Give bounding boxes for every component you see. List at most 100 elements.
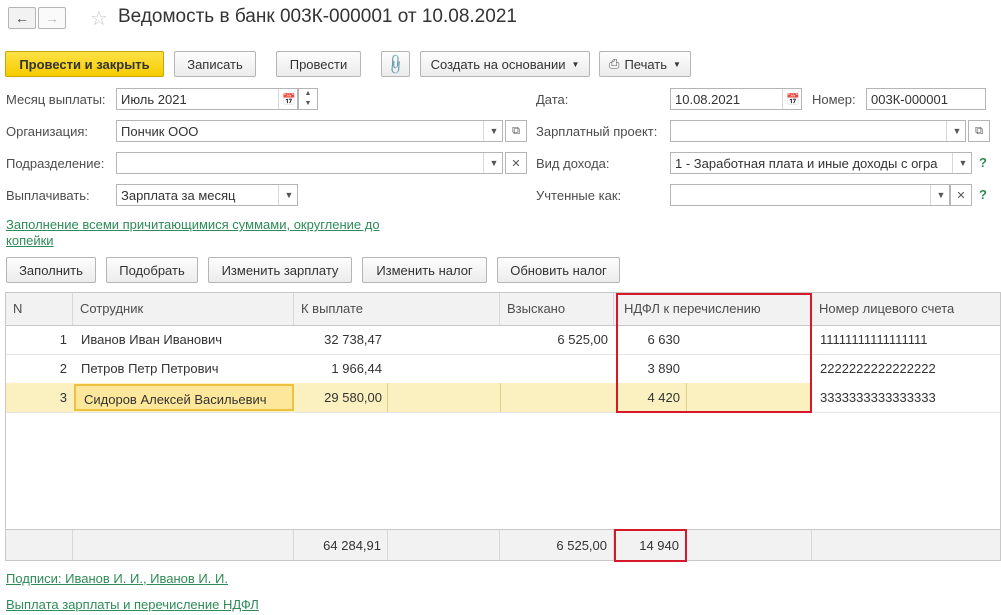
pay-amount[interactable]: 29 580,00 — [294, 383, 388, 412]
number-value: 003К-000001 — [871, 92, 948, 107]
printer-icon: ⎙ — [609, 56, 620, 71]
help-icon[interactable]: ? — [979, 187, 987, 202]
salary-project-label: Зарплатный проект: — [536, 124, 658, 139]
footer-employee — [73, 530, 294, 560]
attach-button[interactable]: 📎 — [381, 51, 410, 77]
col-employee[interactable]: Сотрудник — [73, 293, 294, 325]
total-recovered: 6 525,00 — [500, 530, 614, 560]
footer-spacer — [686, 530, 812, 560]
print-label: Печать — [624, 56, 668, 72]
open-icon: ⧉ — [512, 124, 520, 137]
cell-divider — [387, 383, 388, 412]
department-field[interactable]: ▼ — [116, 152, 503, 174]
footer-n — [6, 530, 73, 560]
dropdown-arrow-icon[interactable]: ▼ — [952, 153, 973, 173]
table-row[interactable]: 2 Петров Петр Петрович 1 966,44 3 890 22… — [6, 354, 1000, 384]
organization-label: Организация: — [6, 124, 89, 139]
fill-button[interactable]: Заполнить — [6, 257, 96, 283]
number-field[interactable]: 003К-000001 — [866, 88, 986, 110]
payment-link[interactable]: Выплата зарплаты и перечисление НДФЛ — [6, 597, 259, 612]
department-label: Подразделение: — [6, 156, 105, 171]
table-footer: 64 284,91 6 525,00 14 940 — [6, 529, 1000, 560]
account-number[interactable]: 11111111111111111 — [812, 325, 1000, 354]
post-button[interactable]: Провести — [276, 51, 361, 77]
fill-mode-link[interactable]: Заполнение всеми причитающимися суммами,… — [6, 217, 380, 249]
pay-amount[interactable]: 32 738,47 — [294, 325, 388, 354]
employees-table[interactable]: N Сотрудник К выплате Взыскано НДФЛ к пе… — [5, 292, 1001, 561]
col-pay[interactable]: К выплате — [294, 293, 500, 325]
employee-name[interactable]: Сидоров Алексей Васильевич — [74, 384, 294, 411]
organization-value: Пончик ООО — [121, 124, 199, 139]
account-number[interactable]: 2222222222222222 — [812, 354, 1000, 383]
row-number: 3 — [59, 390, 67, 405]
col-recovered[interactable]: Взыскано — [500, 293, 614, 325]
pay-label: Выплачивать: — [6, 188, 90, 203]
open-organization-button[interactable]: ⧉ — [505, 120, 527, 142]
number-label: Номер: — [812, 92, 856, 107]
row-number: 2 — [59, 361, 67, 376]
income-type-value: 1 - Заработная плата и иные доходы с огр… — [675, 156, 938, 171]
recovered-amount[interactable] — [500, 354, 614, 383]
ndfl-column-highlight — [616, 293, 812, 413]
update-tax-button[interactable]: Обновить налог — [497, 257, 620, 283]
fill-mode-link-line2: копейки — [6, 233, 54, 248]
create-based-on-label: Создать на основании — [430, 56, 566, 72]
change-tax-button[interactable]: Изменить налог — [362, 257, 487, 283]
counted-as-field[interactable]: ▼ — [670, 184, 950, 206]
help-icon[interactable]: ? — [979, 155, 987, 170]
income-type-field[interactable]: 1 - Заработная плата и иные доходы с огр… — [670, 152, 972, 174]
forward-button[interactable]: → — [38, 7, 66, 29]
employee-name[interactable]: Иванов Иван Иванович — [73, 325, 294, 354]
star-icon[interactable]: ☆ — [90, 6, 108, 31]
date-field[interactable]: 10.08.2021 📅 — [670, 88, 802, 110]
salary-project-field[interactable]: ▼ — [670, 120, 966, 142]
date-value: 10.08.2021 — [675, 92, 741, 107]
signatures-link[interactable]: Подписи: Иванов И. И., Иванов И. И. — [6, 571, 228, 586]
month-field[interactable]: Июль 2021 📅 — [116, 88, 298, 110]
dropdown-arrow-icon: ▼ — [673, 59, 681, 69]
clear-counted-as-button[interactable]: ✕ — [950, 184, 972, 206]
footer-spacer — [388, 530, 500, 560]
dropdown-arrow-icon[interactable]: ▼ — [483, 121, 504, 141]
save-button[interactable]: Записать — [174, 51, 256, 77]
organization-field[interactable]: Пончик ООО ▼ — [116, 120, 503, 142]
table-header: N Сотрудник К выплате Взыскано НДФЛ к пе… — [6, 293, 1000, 326]
page-title: Ведомость в банк 003К-000001 от 10.08.20… — [118, 6, 517, 27]
pay-field[interactable]: Зарплата за месяц ▼ — [116, 184, 298, 206]
dropdown-arrow-icon[interactable]: ▼ — [278, 185, 299, 205]
open-icon: ⧉ — [975, 124, 983, 137]
row-number: 1 — [59, 332, 67, 347]
pay-amount[interactable]: 1 966,44 — [294, 354, 388, 383]
dropdown-arrow-icon[interactable]: ▼ — [946, 121, 967, 141]
close-icon: ✕ — [956, 189, 966, 202]
print-button[interactable]: ⎙ Печать ▼ — [599, 51, 691, 77]
ndfl-total-highlight — [614, 529, 687, 562]
recovered-amount[interactable]: 6 525,00 — [500, 325, 614, 354]
create-based-on-button[interactable]: Создать на основании ▼ — [420, 51, 590, 77]
pay-value: Зарплата за месяц — [121, 188, 236, 203]
employee-name[interactable]: Петров Петр Петрович — [73, 354, 294, 383]
account-number[interactable]: 3333333333333333 — [812, 383, 1000, 412]
dropdown-arrow-icon[interactable]: ▼ — [483, 153, 504, 173]
counted-as-label: Учтенные как: — [536, 188, 622, 203]
arrow-left-icon: ← — [15, 10, 29, 26]
calendar-icon[interactable]: 📅 — [278, 89, 299, 109]
table-row-selected[interactable]: 3 Сидоров Алексей Васильевич 29 580,00 4… — [6, 383, 1000, 413]
open-salary-project-button[interactable]: ⧉ — [968, 120, 990, 142]
back-button[interactable]: ← — [8, 7, 36, 29]
pick-button[interactable]: Подобрать — [106, 257, 198, 283]
table-row[interactable]: 1 Иванов Иван Иванович 32 738,47 6 525,0… — [6, 325, 1000, 355]
clear-department-button[interactable]: ✕ — [505, 152, 527, 174]
change-salary-button[interactable]: Изменить зарплату — [208, 257, 352, 283]
fill-mode-link-line1: Заполнение всеми причитающимися суммами,… — [6, 217, 380, 232]
date-label: Дата: — [536, 92, 569, 107]
total-pay: 64 284,91 — [294, 530, 388, 560]
calendar-icon[interactable]: 📅 — [782, 89, 803, 109]
month-stepper[interactable]: ▲ ▼ — [298, 88, 318, 110]
arrow-right-icon: → — [45, 10, 59, 26]
recovered-amount[interactable] — [500, 383, 614, 412]
dropdown-arrow-icon[interactable]: ▼ — [930, 185, 951, 205]
col-account[interactable]: Номер лицевого счета — [812, 293, 1000, 325]
col-n[interactable]: N — [6, 293, 73, 325]
post-and-close-button[interactable]: Провести и закрыть — [5, 51, 164, 77]
